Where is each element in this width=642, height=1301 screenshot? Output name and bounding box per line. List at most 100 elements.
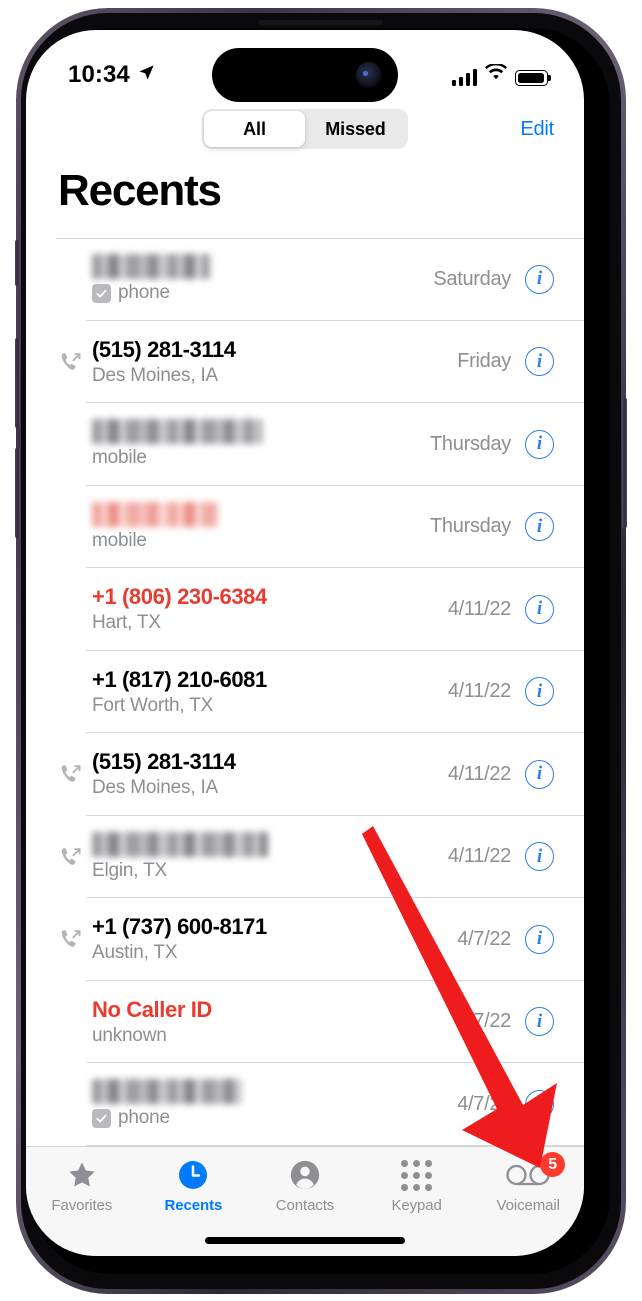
call-subtitle: phone xyxy=(92,1107,457,1129)
star-icon xyxy=(66,1158,98,1192)
front-camera-icon xyxy=(356,62,382,88)
call-meta: 4/11/22 i xyxy=(447,842,554,872)
call-details: +1 (817) 210-6081 Fort Worth, TX xyxy=(90,667,448,717)
status-time-group: 10:34 xyxy=(68,61,155,89)
call-subtitle-text: Austin, TX xyxy=(92,942,178,963)
power-button[interactable] xyxy=(622,398,627,528)
call-info-button[interactable]: i xyxy=(525,924,554,954)
call-subtitle: unknown xyxy=(92,1025,457,1047)
call-info-button[interactable]: i xyxy=(525,347,554,377)
call-info-button[interactable]: i xyxy=(525,594,554,624)
wifi-icon xyxy=(485,62,507,86)
calls-filter-segmented-control[interactable]: All Missed xyxy=(202,109,408,149)
call-date: Saturday xyxy=(433,267,511,290)
call-date: 4/7/22 xyxy=(457,1010,511,1033)
call-list-item[interactable]: phone 4/7/22 i xyxy=(26,1063,584,1146)
call-subtitle-text: unknown xyxy=(92,1024,167,1046)
call-date: Thursday xyxy=(430,515,511,538)
call-date: 4/11/22 xyxy=(447,762,511,785)
call-info-button[interactable]: i xyxy=(525,759,554,789)
call-subtitle-text: mobile xyxy=(92,529,147,551)
call-details: mobile xyxy=(90,419,430,469)
call-list-item[interactable]: +1 (737) 600-8171 Austin, TX 4/7/22 i xyxy=(26,898,584,981)
phone-app-screen: 10:34 All Missed Edit Recents phone Satu… xyxy=(26,30,584,1256)
call-meta: 4/7/22 i xyxy=(457,924,554,954)
call-info-button[interactable]: i xyxy=(525,429,554,459)
tab-label: Recents xyxy=(164,1197,223,1214)
call-list-item[interactable]: Elgin, TX 4/11/22 i xyxy=(26,816,584,899)
call-list-item[interactable]: +1 (806) 230-6384 Hart, TX 4/11/22 i xyxy=(26,568,584,651)
call-subtitle-text: phone xyxy=(118,282,170,304)
call-info-button[interactable]: i xyxy=(525,1007,554,1037)
outgoing-call-icon xyxy=(56,927,86,951)
segment-all[interactable]: All xyxy=(204,111,305,147)
redacted-contact-name xyxy=(92,501,218,527)
checkmark-badge-icon xyxy=(92,283,111,303)
call-date: 4/11/22 xyxy=(447,597,511,620)
redacted-contact-name xyxy=(92,419,262,445)
volume-up-button[interactable] xyxy=(15,338,20,428)
call-meta: 4/11/22 i xyxy=(447,759,554,789)
tab-recents[interactable]: Recents xyxy=(138,1158,250,1214)
call-info-button[interactable]: i xyxy=(525,1089,554,1119)
edit-button[interactable]: Edit xyxy=(520,118,554,141)
outgoing-call-icon xyxy=(56,350,86,374)
call-details: +1 (806) 230-6384 Hart, TX xyxy=(90,584,448,634)
call-meta: 4/7/22 i xyxy=(457,1007,554,1037)
nav-top-row: All Missed Edit xyxy=(56,102,554,156)
call-list-item[interactable]: No Caller ID unknown 4/7/22 i xyxy=(26,981,584,1064)
call-contact-name: +1 (806) 230-6384 xyxy=(92,584,267,610)
call-details: phone xyxy=(90,1079,457,1129)
call-meta: 4/11/22 i xyxy=(447,594,554,624)
call-list-item[interactable]: phone Saturday i xyxy=(26,238,584,321)
call-info-button[interactable]: i xyxy=(525,842,554,872)
voicemail-unread-badge: 5 xyxy=(540,1152,566,1177)
call-details: phone xyxy=(90,254,433,304)
battery-icon xyxy=(515,70,551,86)
tab-favorites[interactable]: Favorites xyxy=(26,1158,138,1214)
tab-contacts[interactable]: Contacts xyxy=(249,1158,361,1214)
call-subtitle-text: Fort Worth, TX xyxy=(92,694,214,716)
outgoing-call-icon xyxy=(56,845,86,869)
call-subtitle: Elgin, TX xyxy=(92,860,448,882)
volume-down-button[interactable] xyxy=(15,448,20,538)
recents-call-list[interactable]: phone Saturday i (515) 281-3114 Des Moines, … xyxy=(26,238,584,1146)
call-info-button[interactable]: i xyxy=(525,677,554,707)
call-subtitle: Fort Worth, TX xyxy=(92,695,448,717)
cellular-signal-icon xyxy=(451,69,477,86)
call-list-item[interactable]: (515) 281-3114 Des Moines, IA 4/11/22 i xyxy=(26,733,584,816)
battery-cap xyxy=(548,75,551,81)
tab-voicemail[interactable]: 5 Voicemail xyxy=(472,1152,584,1214)
call-subtitle-text: phone xyxy=(118,1107,170,1129)
call-list-item[interactable]: mobile Thursday i xyxy=(26,403,584,486)
call-list-item[interactable]: (515) 281-3114 Des Moines, IA Friday i xyxy=(26,321,584,404)
call-date: 4/11/22 xyxy=(447,845,511,868)
voicemail-icon: 5 xyxy=(505,1152,566,1192)
status-time: 10:34 xyxy=(68,61,130,88)
location-arrow-icon xyxy=(138,64,155,86)
tab-keypad[interactable]: Keypad xyxy=(361,1158,473,1214)
mute-switch-button[interactable] xyxy=(15,240,20,286)
keypad-icon xyxy=(401,1158,433,1192)
home-indicator xyxy=(205,1237,405,1244)
call-details: +1 (737) 600-8171 Austin, TX xyxy=(90,914,457,964)
call-meta: Friday i xyxy=(457,347,554,377)
camera-lens-glint xyxy=(363,71,368,76)
call-subtitle: Hart, TX xyxy=(92,612,448,634)
tab-label: Favorites xyxy=(51,1197,113,1214)
call-info-button[interactable]: i xyxy=(525,512,554,542)
call-meta: Thursday i xyxy=(430,512,554,542)
segment-missed[interactable]: Missed xyxy=(305,111,406,147)
call-date: Thursday xyxy=(430,432,511,455)
tab-label: Keypad xyxy=(391,1197,442,1214)
call-details: Elgin, TX xyxy=(90,831,448,882)
checkmark-badge-icon xyxy=(92,1108,111,1128)
call-list-item[interactable]: +1 (817) 210-6081 Fort Worth, TX 4/11/22 i xyxy=(26,651,584,734)
call-list-item[interactable]: mobile Thursday i xyxy=(26,486,584,569)
call-info-button[interactable]: i xyxy=(525,264,554,294)
call-meta: 4/11/22 i xyxy=(447,677,554,707)
call-date: 4/11/22 xyxy=(447,680,511,703)
status-indicators xyxy=(451,62,551,86)
navigation-header: All Missed Edit Recents xyxy=(26,102,584,230)
page-title: Recents xyxy=(58,166,222,215)
